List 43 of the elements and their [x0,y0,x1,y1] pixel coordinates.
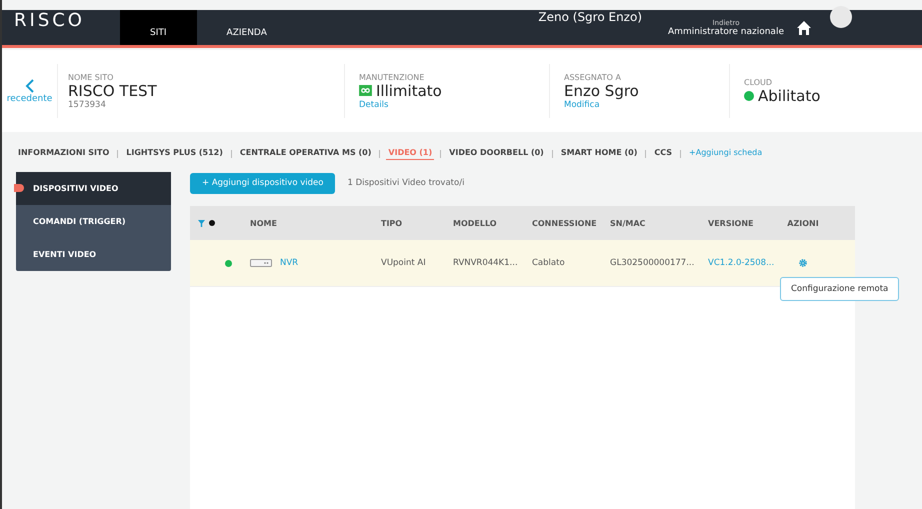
sidebar-item[interactable]: DISPOSITIVI VIDEO [16,172,171,205]
field-value: Enzo Sgro [564,82,640,100]
settings-icon[interactable] [799,259,807,267]
table-cell-text: GL302500000177... [610,258,696,268]
table-cell-text: Cablato [532,258,566,268]
home-icon[interactable] [796,20,812,36]
field-value: Abilitato [758,86,820,104]
column-header: AZIONI [786,218,820,228]
field-value: RISCO TEST [68,82,158,100]
field-label: ASSEGNATO A [564,72,622,82]
sidebar-item[interactable]: COMANDI (TRIGGER) [16,205,171,238]
status-header-icon [209,220,215,226]
column-header: NOME [250,218,278,228]
tab[interactable]: CENTRALE OPERATIVA MS (0) [238,148,374,160]
user-name[interactable]: Zeno (Sgro Enzo) [538,10,642,24]
column-header: TIPO [381,218,404,228]
column-header: SN/MAC [610,218,646,228]
user-role: Amministratore nazionale [668,26,784,36]
tab[interactable]: INFORMAZIONI SITO [16,148,112,160]
nav-tab[interactable]: SITI [120,10,197,45]
infinity-icon [359,85,372,96]
sidebar-item[interactable]: EVENTI VIDEO [16,238,171,271]
field-value: Illimitato [376,82,442,100]
column-header: VERSIONE [708,218,755,228]
field-label: CLOUD [744,78,774,86]
logo: RISCO [13,10,86,31]
chevron-left-icon [24,78,34,94]
tooltip: Configurazione remota [780,277,900,301]
table-cell-text: VUpoint AI [381,258,427,268]
column-header: CONNESSIONE [532,218,598,228]
site-id: 1573934 [68,100,107,110]
result-count: 1 Dispositivi Video trovato/i [347,178,464,188]
field-label: NOME SITO [68,72,114,82]
tab[interactable]: LIGHTSYS PLUS (512) [124,148,225,160]
column-header: MODELLO [453,218,498,228]
tab[interactable]: CCS [652,148,674,160]
nav-tab[interactable]: AZIENDA [196,10,297,45]
tab[interactable]: VIDEO DOORBELL (0) [447,148,546,160]
tab[interactable]: SMART HOME (0) [558,148,640,160]
field-label: MANUTENZIONE [359,72,426,82]
recorder-icon [250,258,272,268]
avatar-icon[interactable] [830,6,852,28]
table-cell-text: RVNVR044K1... [453,258,519,268]
